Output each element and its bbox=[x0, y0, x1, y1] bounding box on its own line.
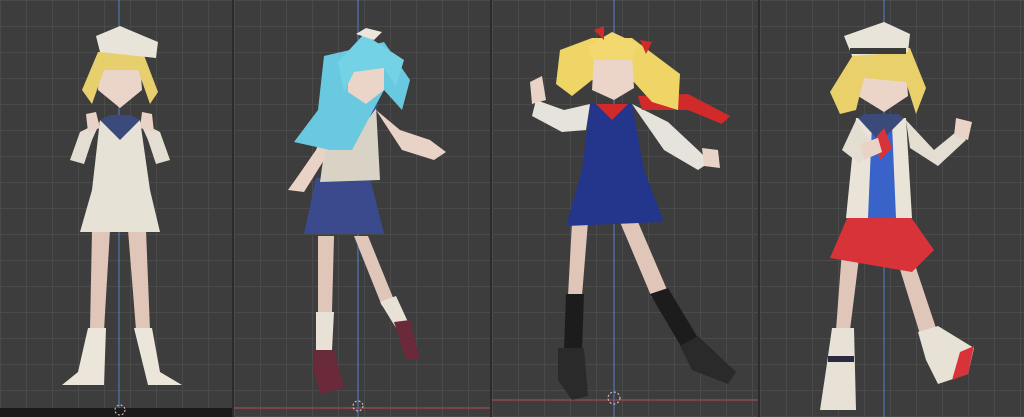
viewport-3[interactable] bbox=[492, 0, 758, 417]
viewport-3-scene bbox=[492, 0, 758, 417]
viewport-4[interactable] bbox=[760, 0, 1024, 417]
viewport-2-scene bbox=[234, 0, 490, 417]
viewport-1-scene bbox=[0, 0, 232, 417]
character-1[interactable] bbox=[62, 26, 182, 385]
viewport-strip bbox=[0, 0, 1024, 417]
character-3[interactable] bbox=[530, 26, 736, 400]
viewport-2[interactable] bbox=[234, 0, 490, 417]
viewport-1[interactable] bbox=[0, 0, 232, 417]
character-4[interactable] bbox=[820, 22, 974, 410]
viewport-4-scene bbox=[820, 0, 974, 417]
character-2[interactable] bbox=[288, 28, 446, 394]
